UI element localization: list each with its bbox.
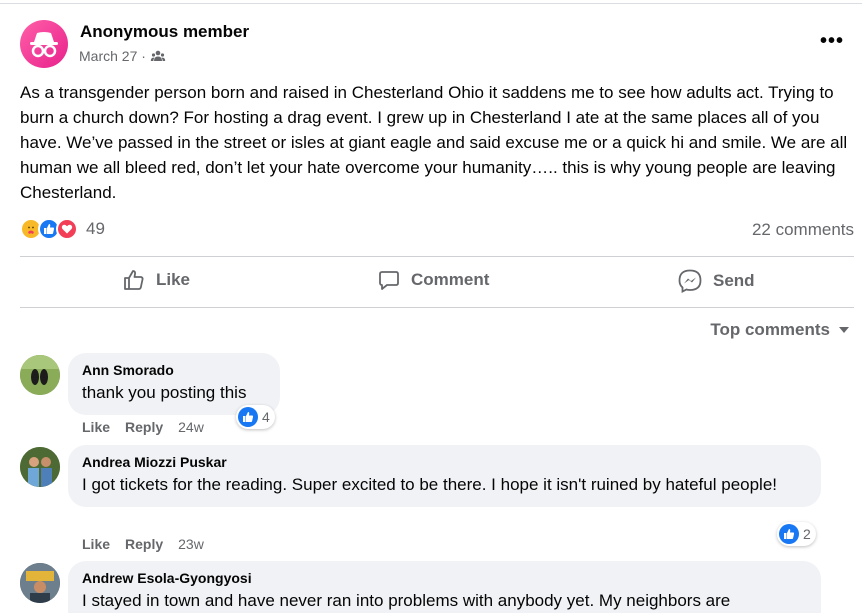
sort-label: Top comments: [710, 320, 830, 339]
like-reaction-icon: [238, 407, 258, 427]
send-button[interactable]: Send: [677, 268, 755, 294]
comment-button[interactable]: Comment: [377, 268, 489, 292]
comment-like-link[interactable]: Like: [82, 419, 110, 435]
more-options-icon[interactable]: •••: [820, 30, 844, 53]
group-icon: [150, 50, 166, 61]
top-divider: [0, 3, 862, 4]
comment-reply-link[interactable]: Reply: [125, 536, 163, 552]
like-button[interactable]: Like: [122, 268, 190, 292]
comment-bubble: Andrea Miozzi Puskar I got tickets for t…: [68, 445, 821, 507]
thumbs-up-icon: [124, 270, 144, 290]
comment-like-link[interactable]: Like: [82, 536, 110, 552]
post-meta: March 27 ·: [79, 48, 166, 64]
messenger-icon: [678, 269, 702, 293]
comment-count[interactable]: 22 comments: [752, 220, 854, 240]
post-author[interactable]: Anonymous member: [80, 22, 249, 42]
avatar-photo-icon: [20, 447, 60, 487]
commenter-name[interactable]: Ann Smorado: [82, 361, 266, 379]
post-date[interactable]: March 27 ·: [79, 48, 146, 64]
comment-text: thank you posting this: [82, 383, 247, 402]
reaction-count: 49: [86, 219, 105, 238]
comment-time[interactable]: 24w: [178, 419, 204, 435]
comment-icon: [379, 271, 399, 290]
comment-reply-link[interactable]: Reply: [125, 419, 163, 435]
comment-time[interactable]: 23w: [178, 536, 204, 552]
avatar[interactable]: [20, 563, 60, 603]
avatar-photo-icon: [20, 355, 60, 395]
comment-reactions[interactable]: 2: [777, 522, 816, 546]
comment-actions: Like Reply 23w: [82, 536, 204, 552]
avatar[interactable]: [20, 355, 60, 395]
comment-reaction-count: 2: [803, 526, 811, 542]
commenter-name[interactable]: Andrea Miozzi Puskar: [82, 453, 807, 471]
avatar-photo-icon: [20, 563, 60, 603]
top-comments-sort[interactable]: Top comments: [710, 320, 850, 340]
reaction-summary[interactable]: 49: [20, 218, 105, 240]
divider: [20, 307, 854, 308]
anonymous-icon: [30, 32, 58, 58]
post-body: As a transgender person born and raised …: [20, 83, 848, 202]
comment-text: I stayed in town and have never ran into…: [82, 591, 731, 610]
send-label: Send: [713, 271, 755, 290]
anonymous-avatar[interactable]: [20, 20, 68, 68]
commenter-name[interactable]: Andrew Esola-Gyongyosi: [82, 569, 807, 587]
comment-label: Comment: [411, 270, 490, 289]
comment-reaction-count: 4: [262, 409, 270, 425]
comment-reactions[interactable]: 4: [236, 405, 275, 429]
caret-down-icon: [839, 327, 849, 333]
comment-actions: Like Reply 24w: [82, 419, 204, 435]
like-reaction-icon: [779, 524, 799, 544]
love-reaction-icon: [56, 218, 78, 240]
comment-text: I got tickets for the reading. Super exc…: [82, 475, 778, 494]
divider: [20, 256, 854, 257]
avatar[interactable]: [20, 447, 60, 487]
comment-bubble: Andrew Esola-Gyongyosi I stayed in town …: [68, 561, 821, 613]
like-label: Like: [156, 270, 191, 289]
